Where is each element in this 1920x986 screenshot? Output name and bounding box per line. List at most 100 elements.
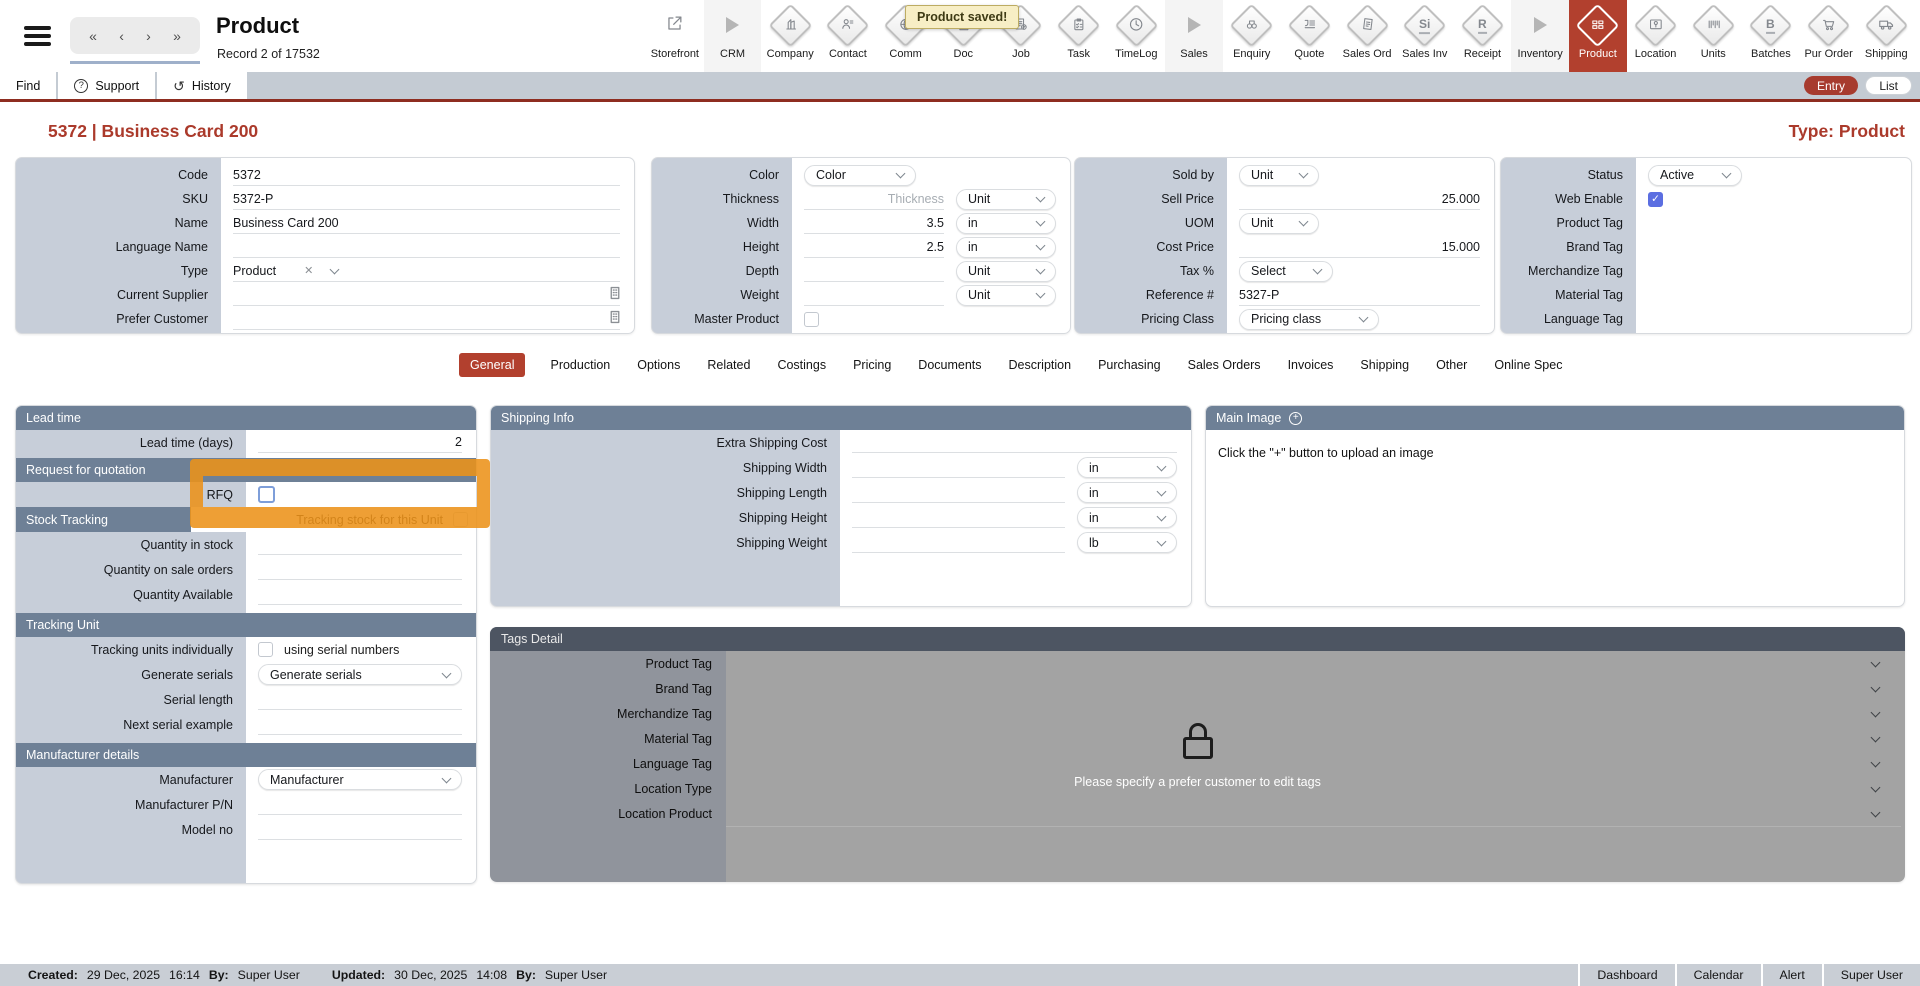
- footer-link-super-user[interactable]: Super User: [1822, 964, 1920, 986]
- input-sku[interactable]: 5372-P: [233, 189, 620, 210]
- input-generate-serials[interactable]: Generate serials: [258, 664, 462, 685]
- input-status[interactable]: Active: [1648, 165, 1742, 186]
- input-quantity-in-stock[interactable]: [258, 534, 462, 555]
- nav-prev-button[interactable]: ‹: [119, 29, 124, 43]
- chevron-down-icon[interactable]: [1871, 782, 1881, 792]
- toolbar-item-shipping[interactable]: Shipping: [1857, 0, 1915, 72]
- tab-purchasing[interactable]: Purchasing: [1096, 353, 1163, 377]
- input-shipping-length[interactable]: [852, 482, 1065, 503]
- tab-pricing[interactable]: Pricing: [851, 353, 893, 377]
- toolbar-item-contact[interactable]: Contact: [819, 0, 877, 72]
- input-uom[interactable]: Unit: [1239, 213, 1319, 234]
- nav-next-button[interactable]: ›: [146, 29, 151, 43]
- toolbar-item-quote[interactable]: Quote: [1281, 0, 1339, 72]
- input-manufacturer[interactable]: Manufacturer: [258, 769, 462, 790]
- chevron-down-icon[interactable]: [1871, 807, 1881, 817]
- tab-description[interactable]: Description: [1007, 353, 1074, 377]
- input-shipping-weight[interactable]: [852, 532, 1065, 553]
- hamburger-menu-icon[interactable]: [24, 26, 51, 46]
- tab-related[interactable]: Related: [705, 353, 752, 377]
- unit-select-width[interactable]: in: [956, 213, 1056, 234]
- tab-production[interactable]: Production: [548, 353, 612, 377]
- tab-other[interactable]: Other: [1434, 353, 1469, 377]
- tab-documents[interactable]: Documents: [916, 353, 983, 377]
- chevron-down-icon[interactable]: [1871, 707, 1881, 717]
- toolbar-item-sales-inv[interactable]: SiSales Inv: [1396, 0, 1454, 72]
- input-height[interactable]: 2.5: [804, 237, 944, 258]
- toolbar-item-location[interactable]: Location: [1627, 0, 1685, 72]
- unit-select-shipping-length[interactable]: in: [1077, 482, 1177, 503]
- menu-tab-support[interactable]: ?Support: [58, 72, 155, 99]
- input-tax[interactable]: Select: [1239, 261, 1333, 282]
- input-extra-shipping-cost[interactable]: [852, 432, 1177, 453]
- add-image-icon[interactable]: +: [1289, 412, 1302, 425]
- input-quantity-available[interactable]: [258, 584, 462, 605]
- input-lead-time-days[interactable]: 2: [258, 432, 462, 453]
- chevron-down-icon[interactable]: [1871, 657, 1881, 667]
- tab-shipping[interactable]: Shipping: [1358, 353, 1411, 377]
- input-type[interactable]: Product✕: [233, 261, 620, 282]
- toolbar-item-inventory[interactable]: Inventory: [1511, 0, 1569, 72]
- unit-select-shipping-width[interactable]: in: [1077, 457, 1177, 478]
- building-icon[interactable]: [610, 310, 620, 327]
- checkbox-tracking-stock-for-this-unit[interactable]: [453, 512, 468, 527]
- input-pricing-class[interactable]: Pricing class: [1239, 309, 1379, 330]
- input-shipping-width[interactable]: [852, 457, 1065, 478]
- menu-tab-find[interactable]: Find: [0, 72, 56, 99]
- toolbar-item-units[interactable]: Units: [1684, 0, 1742, 72]
- input-reference[interactable]: 5327-P: [1239, 285, 1480, 306]
- toolbar-item-storefront[interactable]: Storefront: [646, 0, 704, 72]
- toolbar-item-company[interactable]: Company: [761, 0, 819, 72]
- unit-select-weight[interactable]: Unit: [956, 285, 1056, 306]
- input-code[interactable]: 5372: [233, 165, 620, 186]
- input-thickness[interactable]: Thickness: [804, 189, 944, 210]
- checkbox-web-enable[interactable]: ✓: [1648, 192, 1663, 207]
- footer-link-calendar[interactable]: Calendar: [1675, 964, 1761, 986]
- unit-select-thickness[interactable]: Unit: [956, 189, 1056, 210]
- toolbar-item-sales-ord[interactable]: Sales Ord: [1338, 0, 1396, 72]
- tab-general[interactable]: General: [459, 353, 525, 377]
- tab-costings[interactable]: Costings: [775, 353, 828, 377]
- input-quantity-on-sale-orders[interactable]: [258, 559, 462, 580]
- chevron-down-icon[interactable]: [1871, 732, 1881, 742]
- unit-select-depth[interactable]: Unit: [956, 261, 1056, 282]
- clear-icon[interactable]: ✕: [304, 264, 313, 277]
- input-manufacturer-p-n[interactable]: [258, 794, 462, 815]
- input-sold-by[interactable]: Unit: [1239, 165, 1319, 186]
- toolbar-item-sales[interactable]: Sales: [1165, 0, 1223, 72]
- input-current-supplier[interactable]: [233, 285, 620, 306]
- input-prefer-customer[interactable]: [233, 309, 620, 330]
- unit-select-height[interactable]: in: [956, 237, 1056, 258]
- list-button[interactable]: List: [1865, 76, 1912, 95]
- input-language-name[interactable]: [233, 237, 620, 258]
- checkbox-rfq[interactable]: [258, 486, 275, 503]
- toolbar-item-pur-order[interactable]: Pur Order: [1800, 0, 1858, 72]
- nav-last-button[interactable]: »: [173, 29, 181, 43]
- input-weight[interactable]: [804, 285, 944, 306]
- toolbar-item-timelog[interactable]: TimeLog: [1108, 0, 1166, 72]
- input-shipping-height[interactable]: [852, 507, 1065, 528]
- nav-first-button[interactable]: «: [89, 29, 97, 43]
- input-name[interactable]: Business Card 200: [233, 213, 620, 234]
- tab-options[interactable]: Options: [635, 353, 682, 377]
- toolbar-item-product[interactable]: Product: [1569, 0, 1627, 72]
- toolbar-item-enquiry[interactable]: Enquiry: [1223, 0, 1281, 72]
- input-next-serial-example[interactable]: [258, 714, 462, 735]
- checkbox-tracking-units-individually[interactable]: [258, 642, 273, 657]
- chevron-down-icon[interactable]: [1871, 757, 1881, 767]
- input-depth[interactable]: [804, 261, 944, 282]
- checkbox-master-product[interactable]: [804, 312, 819, 327]
- entry-button[interactable]: Entry: [1804, 76, 1858, 95]
- input-cost-price[interactable]: 15.000: [1239, 237, 1480, 258]
- chevron-down-icon[interactable]: [1871, 682, 1881, 692]
- input-model-no[interactable]: [258, 819, 462, 840]
- input-serial-length[interactable]: [258, 689, 462, 710]
- toolbar-item-crm[interactable]: CRM: [704, 0, 762, 72]
- unit-select-shipping-height[interactable]: in: [1077, 507, 1177, 528]
- building-icon[interactable]: [610, 286, 620, 303]
- unit-select-shipping-weight[interactable]: lb: [1077, 532, 1177, 553]
- footer-link-dashboard[interactable]: Dashboard: [1578, 964, 1674, 986]
- toolbar-item-receipt[interactable]: RReceipt: [1454, 0, 1512, 72]
- input-color[interactable]: Color: [804, 165, 916, 186]
- footer-link-alert[interactable]: Alert: [1761, 964, 1822, 986]
